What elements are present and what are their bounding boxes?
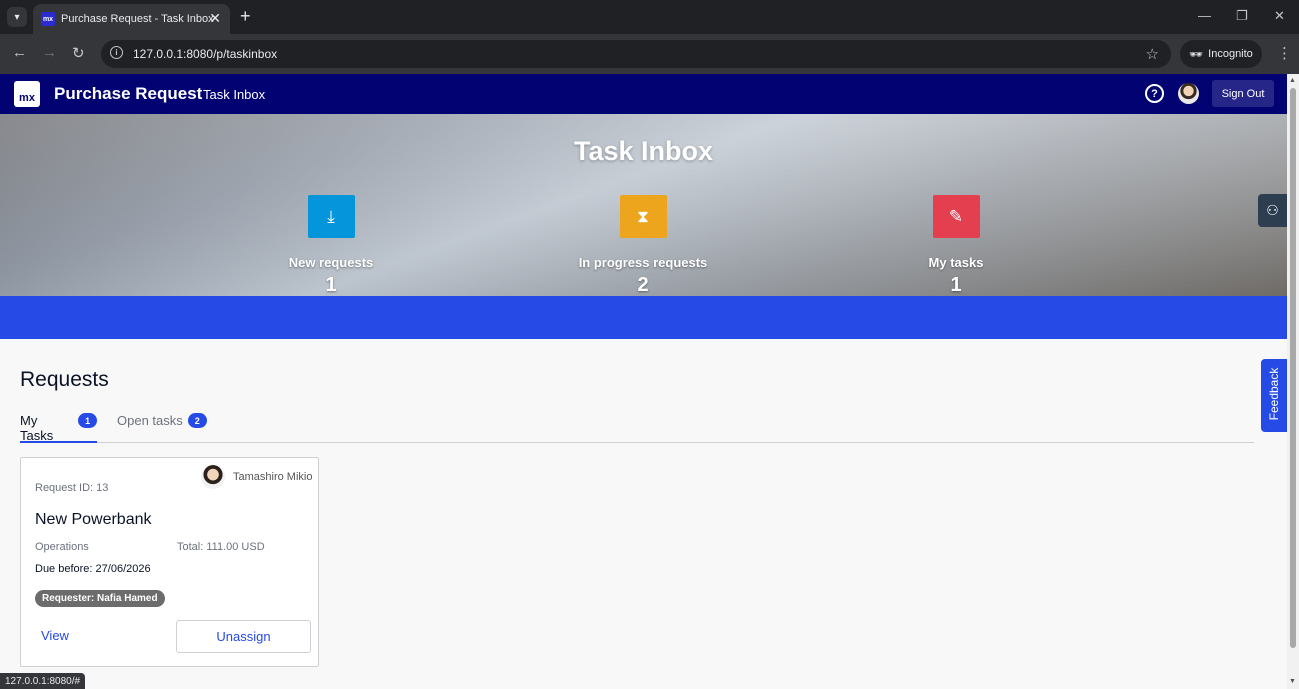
- stat-my-tasks[interactable]: ✎ My tasks 1: [876, 195, 1036, 297]
- hourglass-icon[interactable]: ⧗: [619, 195, 667, 238]
- task-card: Tamashiro Mikio Request ID: 13 New Power…: [20, 457, 319, 667]
- stat-value: 1: [325, 274, 337, 296]
- due-date: Due before: 27/06/2026: [35, 563, 151, 575]
- view-link[interactable]: View: [41, 628, 69, 643]
- assignee-avatar: [201, 465, 225, 489]
- new-tab-icon[interactable]: +: [240, 7, 251, 25]
- minimize-icon[interactable]: —: [1198, 8, 1211, 23]
- stat-label: In progress requests: [578, 255, 708, 270]
- browser-tab[interactable]: mx Purchase Request - Task Inbox ✕: [33, 4, 230, 34]
- card-title: New Powerbank: [35, 511, 152, 528]
- stat-label: New requests: [288, 255, 374, 270]
- scroll-up-icon[interactable]: ▲: [1289, 77, 1296, 84]
- stat-label: My tasks: [928, 255, 984, 270]
- tab-my-tasks[interactable]: My Tasks 1: [20, 410, 97, 443]
- reload-icon[interactable]: ↻: [72, 44, 85, 62]
- department: Operations: [35, 541, 89, 553]
- scroll-thumb[interactable]: [1290, 88, 1296, 648]
- browser-toolbar: ← → ↻ i 127.0.0.1:8080/p/taskinbox ☆ 🕶 I…: [0, 34, 1299, 74]
- stat-new-requests[interactable]: ⤓ New requests 1: [251, 195, 411, 297]
- app-title[interactable]: Purchase Request: [54, 84, 202, 104]
- bookmark-star-icon[interactable]: ☆: [1146, 45, 1159, 63]
- page-content: mx Purchase Request Task Inbox ? Sign Ou…: [0, 74, 1287, 689]
- count-badge: 2: [187, 413, 207, 428]
- tab-label: Open tasks: [117, 413, 183, 428]
- close-tab-icon[interactable]: ✕: [209, 11, 221, 25]
- request-id: Request ID: 13: [35, 482, 109, 494]
- assignee-name: Tamashiro Mikio: [233, 471, 313, 483]
- browser-menu-icon[interactable]: ⋮: [1277, 44, 1292, 62]
- favicon-icon: mx: [41, 12, 55, 26]
- sign-out-button[interactable]: Sign Out: [1212, 80, 1274, 107]
- incognito-indicator[interactable]: 🕶 Incognito: [1180, 40, 1262, 68]
- request-tabs: My Tasks 1 Open tasks 2: [20, 410, 1254, 443]
- stat-value: 1: [950, 274, 962, 296]
- tab-search-icon[interactable]: ▾: [7, 7, 27, 27]
- download-icon[interactable]: ⤓: [307, 195, 355, 238]
- tab-title: Purchase Request - Task Inbox: [61, 13, 214, 25]
- stat-value: 2: [637, 274, 649, 296]
- feedback-label: Feedback: [1267, 367, 1281, 421]
- user-avatar[interactable]: [1178, 83, 1199, 104]
- app-logo[interactable]: mx: [14, 81, 40, 107]
- forward-icon[interactable]: →: [42, 44, 57, 61]
- incognito-label: Incognito: [1208, 48, 1253, 60]
- scroll-down-icon[interactable]: ▼: [1289, 678, 1296, 685]
- hero-banner: Task Inbox ⤓ New requests 1 ⧗ In progres…: [0, 114, 1287, 296]
- url-text: 127.0.0.1:8080/p/taskinbox: [133, 47, 278, 61]
- requester-badge: Requester: Nafia Hamed: [35, 590, 165, 607]
- address-bar[interactable]: i 127.0.0.1:8080/p/taskinbox ☆: [101, 40, 1171, 68]
- tab-label: My Tasks: [20, 413, 54, 443]
- page-name: Task Inbox: [203, 87, 266, 102]
- unassign-button[interactable]: Unassign: [176, 620, 311, 653]
- stat-in-progress-requests[interactable]: ⧗ In progress requests 2: [563, 195, 723, 297]
- section-title: Requests: [20, 368, 109, 391]
- restore-icon[interactable]: ❐: [1236, 8, 1248, 24]
- page-scrollbar[interactable]: ▲ ▼: [1287, 74, 1299, 689]
- user-settings-icon[interactable]: ⚇: [1258, 194, 1287, 227]
- feedback-button[interactable]: Feedback: [1261, 359, 1287, 432]
- hero-title: Task Inbox: [573, 136, 714, 166]
- status-url: 127.0.0.1:8080/#: [0, 673, 86, 689]
- count-badge: 1: [78, 413, 97, 428]
- total-amount: Total: 111.00 USD: [177, 541, 265, 553]
- back-icon[interactable]: ←: [12, 44, 27, 61]
- accent-band: [0, 296, 1287, 339]
- browser-tabbar: ▾ mx Purchase Request - Task Inbox ✕ + —…: [0, 0, 1299, 34]
- help-icon[interactable]: ?: [1145, 84, 1164, 103]
- incognito-icon: 🕶: [1189, 48, 1204, 61]
- close-window-icon[interactable]: ✕: [1274, 8, 1285, 24]
- site-info-icon[interactable]: i: [110, 46, 123, 59]
- app-header: mx Purchase Request Task Inbox ? Sign Ou…: [0, 74, 1287, 114]
- tab-open-tasks[interactable]: Open tasks 2: [117, 410, 212, 443]
- pin-icon[interactable]: ✎: [932, 195, 980, 238]
